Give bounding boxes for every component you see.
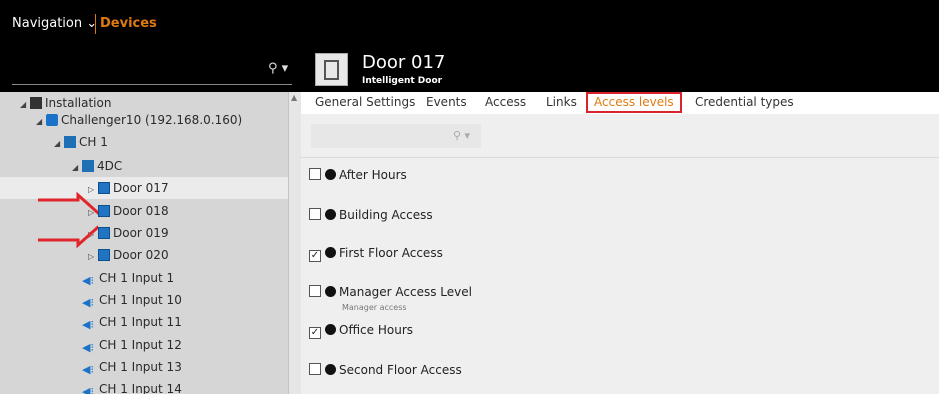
- access-level-icon: [325, 286, 336, 297]
- tree-item-challenger[interactable]: ◢ Challenger10 (192.168.0.160): [36, 109, 242, 131]
- tree-item-input[interactable]: ◀⁝ CH 1 Input 14: [82, 378, 182, 394]
- access-level-item[interactable]: Second Floor Access: [309, 363, 462, 377]
- door-icon: [98, 182, 110, 194]
- tab-access-levels[interactable]: Access levels: [586, 92, 682, 113]
- access-level-item[interactable]: After Hours: [309, 168, 407, 182]
- input-icon: ◀⁝: [82, 318, 94, 331]
- annotation-arrow-icon: [38, 191, 98, 249]
- tab-general-settings[interactable]: General Settings: [315, 95, 415, 109]
- tree-scrollbar[interactable]: ▲: [288, 92, 301, 394]
- expanded-icon[interactable]: ◢: [54, 133, 64, 155]
- tree-item-door-017[interactable]: ▷ Door 017: [88, 177, 169, 199]
- checkbox-checked[interactable]: ✓: [309, 327, 321, 339]
- tab-credential-types[interactable]: Credential types: [695, 95, 794, 109]
- tab-bar: General Settings Events Access Links Acc…: [301, 92, 939, 115]
- checkbox[interactable]: [309, 285, 321, 297]
- breadcrumb-devices[interactable]: Devices: [100, 16, 157, 31]
- door-icon: [98, 205, 110, 217]
- access-level-item[interactable]: ✓ First Floor Access: [309, 246, 443, 262]
- tab-access[interactable]: Access: [485, 95, 526, 109]
- top-bar: Navigation ⌄ Devices: [0, 0, 939, 48]
- access-level-icon: [325, 209, 336, 220]
- channel-icon: [64, 136, 76, 148]
- input-icon: ◀⁝: [82, 385, 94, 394]
- device-header: Door 017 Intelligent Door: [301, 48, 939, 92]
- access-level-icon: [325, 324, 336, 335]
- search-icon[interactable]: ⚲ ▾: [453, 129, 470, 142]
- tree-item-door-019[interactable]: ▷ Door 019: [88, 222, 169, 244]
- tree-item-input[interactable]: ◀⁝ CH 1 Input 13: [82, 356, 182, 378]
- access-level-item[interactable]: Manager Access Level: [309, 285, 472, 299]
- tree-item-input[interactable]: ◀⁝ CH 1 Input 1: [82, 267, 174, 289]
- access-level-icon: [325, 247, 336, 258]
- divider: [301, 157, 939, 158]
- expanded-icon[interactable]: ◢: [20, 94, 30, 116]
- checkbox-checked[interactable]: ✓: [309, 250, 321, 262]
- access-levels-panel: ⚲ ▾ After Hours Building Access ✓ First F…: [301, 114, 939, 394]
- tree-item-door-020[interactable]: ▷ Door 020: [88, 244, 169, 266]
- checkbox[interactable]: [309, 168, 321, 180]
- building-icon: [30, 97, 42, 109]
- door-icon: [98, 249, 110, 261]
- navigation-menu[interactable]: Navigation ⌄: [12, 16, 97, 31]
- door-icon: [98, 227, 110, 239]
- scroll-up-icon[interactable]: ▲: [291, 93, 297, 102]
- search-icon[interactable]: ⚲ ▾: [268, 61, 288, 76]
- access-level-item[interactable]: Building Access: [309, 208, 433, 222]
- tree-search-bar: ⚲ ▾: [0, 48, 301, 92]
- tree-item-ch1[interactable]: ◢ CH 1: [54, 131, 108, 153]
- checkbox[interactable]: [309, 363, 321, 375]
- navigation-label: Navigation: [12, 16, 83, 31]
- access-level-item[interactable]: ✓ Office Hours: [309, 323, 413, 339]
- filter-search-input[interactable]: ⚲ ▾: [311, 124, 481, 148]
- breadcrumb-divider: [95, 14, 96, 34]
- tab-events[interactable]: Events: [426, 95, 467, 109]
- device-title: Door 017: [362, 52, 446, 73]
- tab-links[interactable]: Links: [546, 95, 577, 109]
- controller-icon: [46, 114, 58, 126]
- tree-search-input[interactable]: [12, 84, 292, 85]
- access-level-description: Manager access: [342, 303, 407, 312]
- expanded-icon[interactable]: ◢: [36, 111, 46, 133]
- tree-item-door-018[interactable]: ▷ Door 018: [88, 200, 169, 222]
- tree-item-input[interactable]: ◀⁝ CH 1 Input 10: [82, 289, 182, 311]
- tree-item-input[interactable]: ◀⁝ CH 1 Input 12: [82, 334, 182, 356]
- device-subtitle: Intelligent Door: [362, 76, 443, 86]
- access-level-icon: [325, 364, 336, 375]
- door-icon: [315, 53, 348, 86]
- checkbox[interactable]: [309, 208, 321, 220]
- access-level-icon: [325, 169, 336, 180]
- tree-item-input[interactable]: ◀⁝ CH 1 Input 11: [82, 311, 182, 333]
- module-icon: [82, 160, 94, 172]
